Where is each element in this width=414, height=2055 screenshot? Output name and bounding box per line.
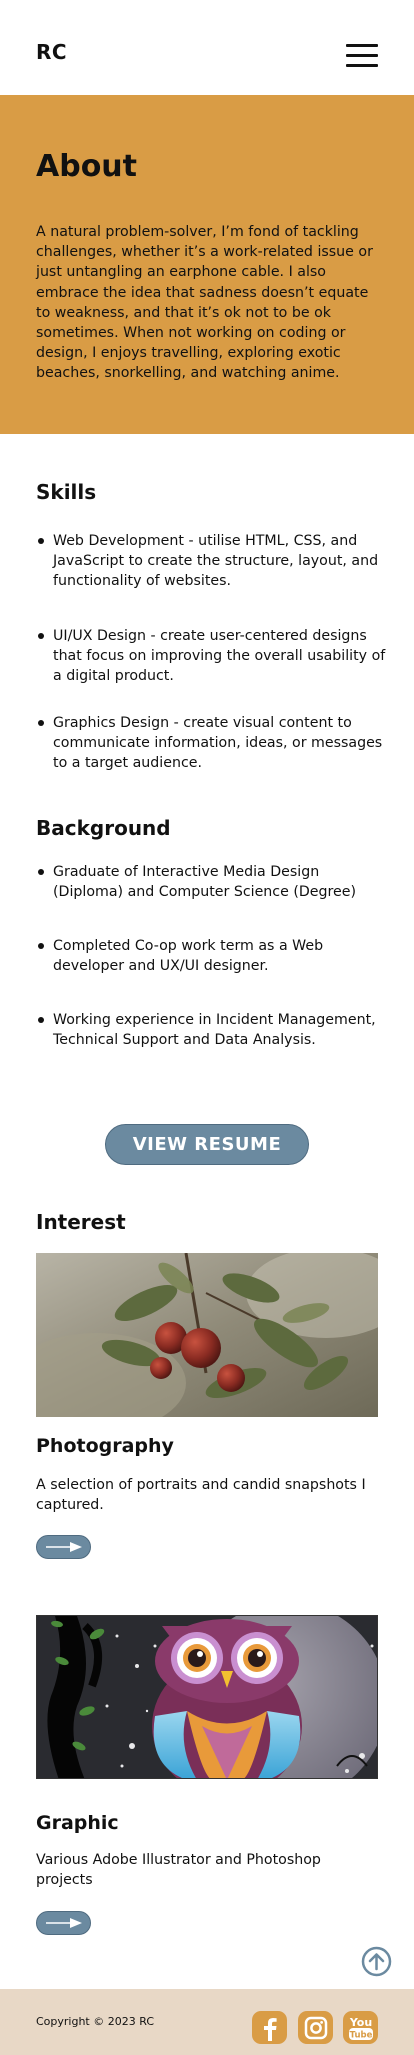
site-header: RC — [0, 0, 414, 95]
bullet-icon — [38, 538, 44, 544]
site-footer: Copyright © 2023 RC You Tube — [0, 1989, 414, 2055]
arrow-right-icon — [45, 1542, 82, 1552]
skill-item-text: UI/UX Design - create user-centered desi… — [53, 628, 386, 685]
bullet-icon — [38, 1017, 44, 1023]
facebook-icon[interactable] — [252, 2011, 287, 2044]
bullet-icon — [38, 943, 44, 949]
owl-illustration[interactable] — [36, 1615, 378, 1779]
background-item-text: Completed Co-op work term as a Web devel… — [53, 938, 324, 975]
arrow-right-icon — [45, 1918, 82, 1928]
photography-title: Photography — [36, 1435, 174, 1457]
background-item-text: Graduate of Interactive Media Design (Di… — [53, 864, 357, 901]
skills-title: Skills — [36, 480, 97, 504]
bullet-icon — [38, 720, 44, 726]
copyright-text: Copyright © 2023 RC — [36, 2015, 155, 2028]
background-item-text: Working experience in Incident Managemen… — [53, 1012, 376, 1049]
instagram-icon[interactable] — [298, 2011, 333, 2044]
interest-title: Interest — [36, 1210, 126, 1234]
about-text: A natural problem-solver, I’m fond of ta… — [36, 224, 373, 382]
about-section: About A natural problem-solver, I’m fond… — [0, 95, 414, 434]
graphic-title: Graphic — [36, 1812, 119, 1834]
hamburger-menu-icon[interactable] — [346, 42, 378, 68]
about-title: About — [36, 149, 138, 184]
berries-photo[interactable] — [36, 1253, 378, 1417]
bullet-icon — [38, 869, 44, 875]
back-to-top-button[interactable] — [361, 1946, 392, 1977]
photography-arrow-button[interactable] — [36, 1535, 91, 1559]
graphic-description: Various Adobe Illustrator and Photoshop … — [36, 1852, 321, 1889]
bullet-icon — [38, 633, 44, 639]
youtube-top-label: You — [348, 2016, 371, 2029]
view-resume-button[interactable]: VIEW RESUME — [105, 1124, 309, 1165]
site-logo[interactable]: RC — [36, 40, 67, 64]
photography-description: A selection of portraits and candid snap… — [36, 1477, 366, 1514]
skill-item-text: Graphics Design - create visual content … — [53, 715, 383, 772]
graphic-arrow-button[interactable] — [36, 1911, 91, 1935]
youtube-bottom-label: Tube — [349, 2030, 372, 2040]
skill-item-text: Web Development - utilise HTML, CSS, and… — [53, 533, 379, 590]
youtube-icon[interactable]: You Tube — [343, 2011, 378, 2044]
arrow-up-circle-icon — [361, 1946, 392, 1977]
background-title: Background — [36, 816, 171, 840]
